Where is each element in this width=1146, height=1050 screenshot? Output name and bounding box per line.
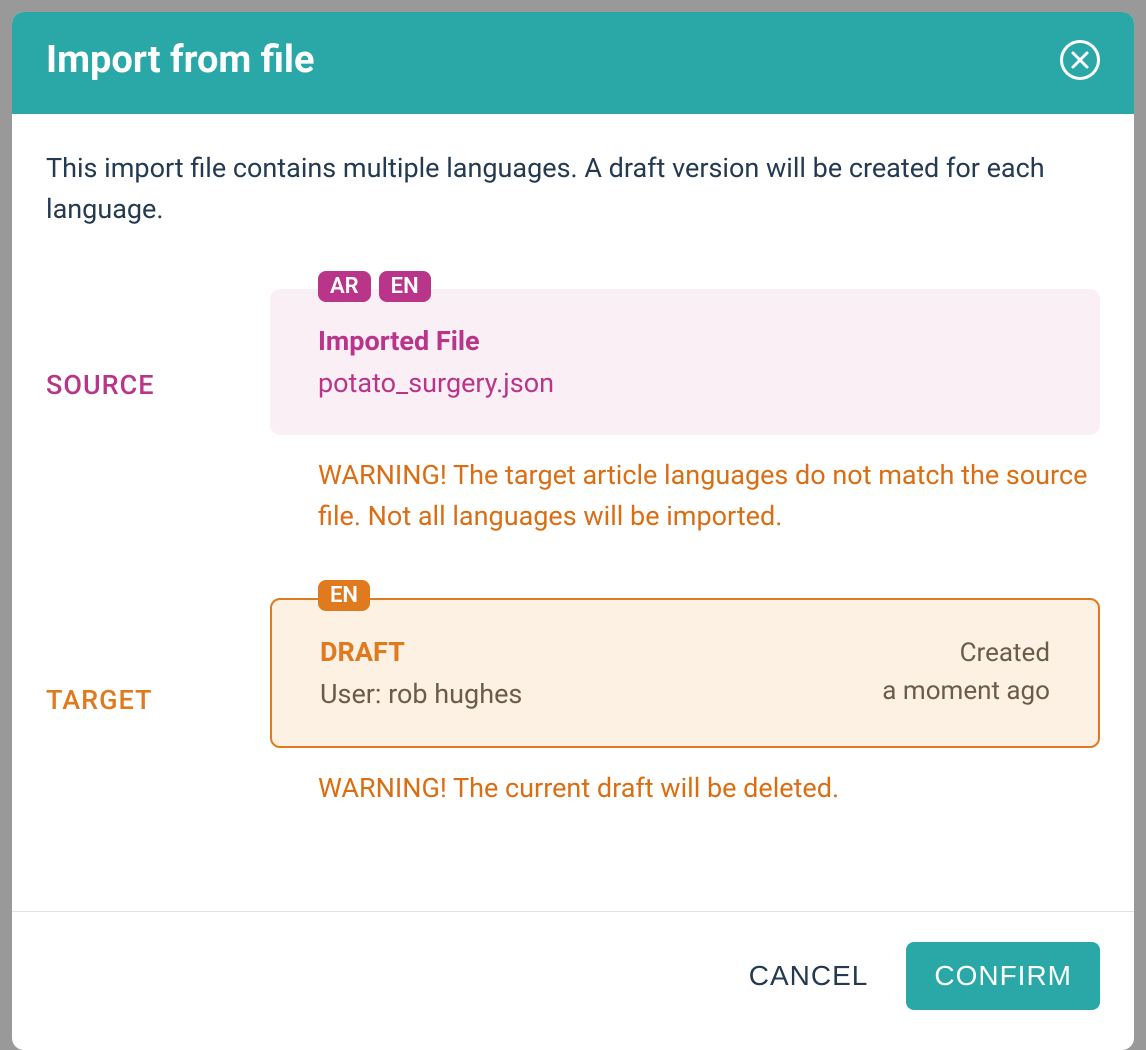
target-card: DRAFT User: rob hughes Created a moment …: [270, 598, 1100, 748]
modal-body: This import file contains multiple langu…: [12, 114, 1134, 911]
target-card-heading: DRAFT: [320, 636, 522, 668]
target-card-left: DRAFT User: rob hughes: [320, 636, 522, 710]
lang-badge-ar: AR: [318, 271, 371, 302]
target-card-right: Created a moment ago: [882, 636, 1050, 706]
intro-text: This import file contains multiple langu…: [46, 148, 1100, 229]
target-row: TARGET EN DRAFT User: rob hughes Created…: [46, 598, 1100, 845]
import-modal: Import from file This import file contai…: [12, 12, 1134, 1050]
target-card-wrap: EN DRAFT User: rob hughes Created a mome…: [270, 598, 1100, 845]
target-lang-badges: EN: [318, 580, 370, 611]
modal-title: Import from file: [46, 38, 315, 82]
source-filename: potato_surgery.json: [318, 367, 1052, 399]
source-lang-badges: AR EN: [318, 271, 431, 302]
source-card-wrap: AR EN Imported File potato_surgery.json …: [270, 289, 1100, 572]
confirm-button[interactable]: CONFIRM: [906, 942, 1100, 1010]
source-warning: WARNING! The target article languages do…: [318, 455, 1100, 536]
target-created-time: a moment ago: [882, 676, 1050, 706]
close-icon: [1070, 50, 1090, 70]
source-card-heading: Imported File: [318, 325, 1052, 357]
source-row: SOURCE AR EN Imported File potato_surger…: [46, 289, 1100, 572]
lang-badge-en-target: EN: [318, 580, 370, 611]
lang-badge-en: EN: [379, 271, 431, 302]
modal-header: Import from file: [12, 12, 1134, 114]
target-created-label: Created: [882, 638, 1050, 668]
target-label: TARGET: [46, 598, 206, 716]
target-user: User: rob hughes: [320, 678, 522, 710]
source-card: Imported File potato_surgery.json: [270, 289, 1100, 435]
source-label: SOURCE: [46, 289, 206, 401]
modal-footer: CANCEL CONFIRM: [12, 911, 1134, 1050]
close-button[interactable]: [1060, 40, 1100, 80]
cancel-button[interactable]: CANCEL: [741, 942, 877, 1010]
target-warning: WARNING! The current draft will be delet…: [318, 768, 1100, 809]
